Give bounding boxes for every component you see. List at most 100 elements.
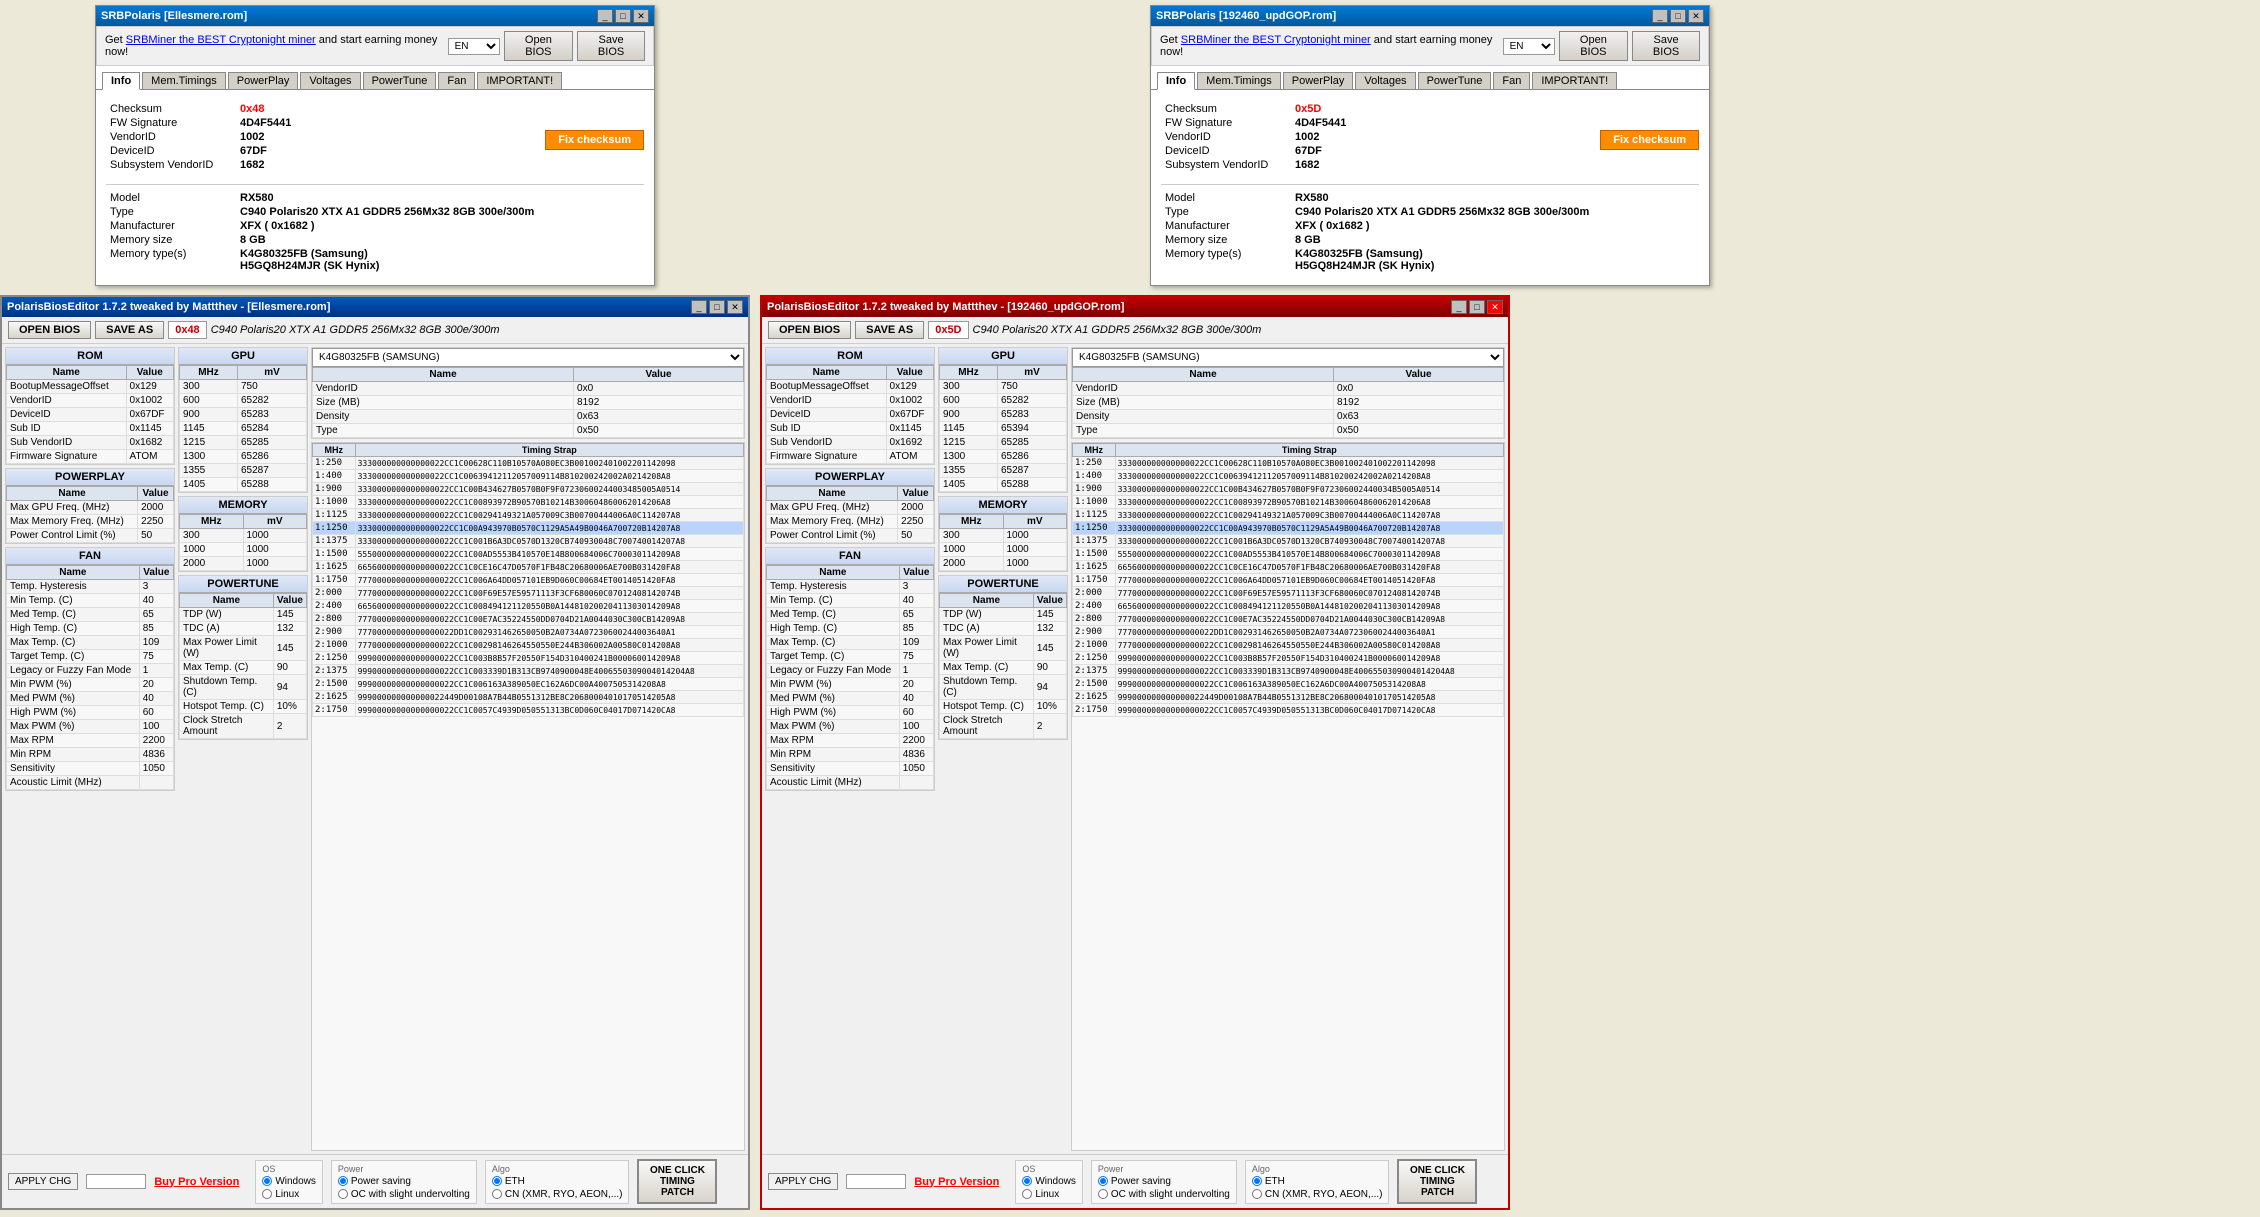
buy-pro-right[interactable]: Buy Pro Version — [914, 1176, 999, 1188]
table-row[interactable]: 2:90077700000000000000022DD1C00293146265… — [313, 626, 744, 639]
power-oc-right[interactable]: OC with slight undervolting — [1098, 1189, 1230, 1200]
promo-link-right[interactable]: SRBMiner the BEST Cryptonight miner — [1181, 34, 1371, 46]
table-row[interactable]: 2:80077700000000000000022CC1C00E7AC35224… — [313, 613, 744, 626]
apply-chg-input-right[interactable] — [846, 1174, 906, 1189]
timing-selected-row-left[interactable]: 1:12503330000000000000022CC1C00A943970B0… — [313, 522, 744, 535]
apply-chg-button-right[interactable]: APPLY CHG — [768, 1173, 838, 1190]
timing-scroll-left[interactable]: MHzTiming Strap 1:250333000000000000022C… — [312, 443, 744, 717]
table-row[interactable]: 2:80077700000000000000022CC1C00E7AC35224… — [1073, 613, 1504, 626]
fix-checksum-button-right[interactable]: Fix checksum — [1600, 130, 1699, 150]
table-row[interactable]: 2:150099900000000000000022CC1C006163A389… — [313, 678, 744, 691]
lang-select-right[interactable]: EN — [1503, 38, 1555, 55]
buy-pro-left[interactable]: Buy Pro Version — [154, 1176, 239, 1188]
close-button-right[interactable]: ✕ — [1688, 9, 1704, 23]
lang-select-left[interactable]: EN — [448, 38, 500, 55]
table-row[interactable]: 1:175077700000000000000022CC1C006A64DD05… — [313, 574, 744, 587]
maximize-button-left[interactable]: □ — [615, 9, 631, 23]
table-row[interactable]: 2:40066560000000000000022CC1C00849412112… — [1073, 600, 1504, 613]
table-row[interactable]: 2:1625999000000000000022449D00108A7B44B0… — [1073, 691, 1504, 704]
save-bios-button-right[interactable]: Save BIOS — [1632, 31, 1700, 61]
os-windows-left[interactable]: Windows — [262, 1176, 316, 1187]
tab-voltages-left[interactable]: Voltages — [300, 72, 360, 89]
polaris-maximize-left[interactable]: □ — [709, 300, 725, 314]
minimize-button-right[interactable]: _ — [1652, 9, 1668, 23]
tab-memtimings-right[interactable]: Mem.Timings — [1197, 72, 1281, 89]
tab-powertune-right[interactable]: PowerTune — [1418, 72, 1492, 89]
table-row[interactable]: 2:00077700000000000000022CC1C00F69E57E59… — [313, 587, 744, 600]
maximize-button-right[interactable]: □ — [1670, 9, 1686, 23]
apply-chg-button-left[interactable]: APPLY CHG — [8, 1173, 78, 1190]
table-row[interactable]: 1:137533300000000000000022CC1C001B6A3DC0… — [313, 535, 744, 548]
table-row[interactable]: 1:112533300000000000000022CC1C0029414932… — [313, 509, 744, 522]
table-row[interactable]: 1:400333000000000000022CC1C0063941211205… — [1073, 470, 1504, 483]
table-row[interactable]: 1:400333000000000000022CC1C0063941211205… — [313, 470, 744, 483]
fix-checksum-button-left[interactable]: Fix checksum — [545, 130, 644, 150]
table-row[interactable]: 1:150055500000000000000022CC1C00AD5553B4… — [313, 548, 744, 561]
table-row[interactable]: 2:100077700000000000000022CC1C0029814626… — [1073, 639, 1504, 652]
table-row[interactable]: 2:125099900000000000000022CC1C003B8B57F2… — [1073, 652, 1504, 665]
table-row[interactable]: 2:175099900000000000000022CC1C0057C4939D… — [313, 704, 744, 717]
one-click-button-right[interactable]: ONE CLICK TIMINGPATCH — [1397, 1159, 1477, 1204]
table-row[interactable]: 1:112533300000000000000022CC1C0029414932… — [1073, 509, 1504, 522]
vram-select-right[interactable]: K4G80325FB (SAMSUNG) — [1072, 348, 1504, 367]
promo-link-left[interactable]: SRBMiner the BEST Cryptonight miner — [126, 34, 316, 46]
table-row[interactable]: 1:9003330000000000000022CC1C00B434627B05… — [313, 483, 744, 496]
table-row[interactable]: 2:150099900000000000000022CC1C006163A389… — [1073, 678, 1504, 691]
os-linux-right[interactable]: Linux — [1022, 1189, 1076, 1200]
polaris-open-bios-left[interactable]: OPEN BIOS — [8, 321, 91, 339]
os-windows-right[interactable]: Windows — [1022, 1176, 1076, 1187]
tab-info-left[interactable]: Info — [102, 72, 140, 90]
minimize-button-left[interactable]: _ — [597, 9, 613, 23]
algo-cn-left[interactable]: CN (XMR, RYO, AEON,...) — [492, 1189, 623, 1200]
table-row[interactable]: 1:162566560000000000000022CC1C0CE16C47D0… — [313, 561, 744, 574]
table-row[interactable]: 2:137599900000000000000022CC1C003339D1B3… — [313, 665, 744, 678]
tab-powerplay-right[interactable]: PowerPlay — [1283, 72, 1354, 89]
algo-eth-left[interactable]: ETH — [492, 1176, 623, 1187]
table-row[interactable]: 1:162566560000000000000022CC1C0CE16C47D0… — [1073, 561, 1504, 574]
apply-chg-input-left[interactable] — [86, 1174, 146, 1189]
tab-powertune-left[interactable]: PowerTune — [363, 72, 437, 89]
polaris-open-bios-right[interactable]: OPEN BIOS — [768, 321, 851, 339]
table-row[interactable]: 1:137533300000000000000022CC1C001B6A3DC0… — [1073, 535, 1504, 548]
open-bios-button-right[interactable]: Open BIOS — [1559, 31, 1629, 61]
tab-info-right[interactable]: Info — [1157, 72, 1195, 90]
timing-selected-row-right[interactable]: 1:12503330000000000000022CC1C00A943970B0… — [1073, 522, 1504, 535]
table-row[interactable]: 2:1625999000000000000022449D00108A7B44B0… — [313, 691, 744, 704]
tab-memtimings-left[interactable]: Mem.Timings — [142, 72, 226, 89]
one-click-button-left[interactable]: ONE CLICK TIMINGPATCH — [637, 1159, 717, 1204]
algo-eth-right[interactable]: ETH — [1252, 1176, 1383, 1187]
table-row[interactable]: 2:90077700000000000000022DD1C00293146265… — [1073, 626, 1504, 639]
table-row[interactable]: 2:125099900000000000000022CC1C003B8B57F2… — [313, 652, 744, 665]
table-row[interactable]: 1:250333000000000000022CC1C00628C110B105… — [1073, 457, 1504, 470]
table-row[interactable]: 1:100033300000000000000022CC1C00893972B9… — [313, 496, 744, 509]
tab-important-left[interactable]: IMPORTANT! — [477, 72, 562, 89]
table-row[interactable]: 2:40066560000000000000022CC1C00849412112… — [313, 600, 744, 613]
table-row[interactable]: 1:175077700000000000000022CC1C006A64DD05… — [1073, 574, 1504, 587]
power-oc-left[interactable]: OC with slight undervolting — [338, 1189, 470, 1200]
tab-important-right[interactable]: IMPORTANT! — [1532, 72, 1617, 89]
polaris-save-as-right[interactable]: SAVE AS — [855, 321, 924, 339]
power-saving-right[interactable]: Power saving — [1098, 1176, 1230, 1187]
tab-voltages-right[interactable]: Voltages — [1355, 72, 1415, 89]
table-row[interactable]: 1:150055500000000000000022CC1C00AD5553B4… — [1073, 548, 1504, 561]
tab-fan-left[interactable]: Fan — [438, 72, 475, 89]
save-bios-button-left[interactable]: Save BIOS — [577, 31, 645, 61]
table-row[interactable]: 1:9003330000000000000022CC1C00B434627B05… — [1073, 483, 1504, 496]
polaris-close-right[interactable]: ✕ — [1487, 300, 1503, 314]
close-button-left[interactable]: ✕ — [633, 9, 649, 23]
table-row[interactable]: 1:250333000000000000022CC1C00628C110B105… — [313, 457, 744, 470]
polaris-minimize-right[interactable]: _ — [1451, 300, 1467, 314]
vram-select-left[interactable]: K4G80325FB (SAMSUNG) — [312, 348, 744, 367]
polaris-close-left[interactable]: ✕ — [727, 300, 743, 314]
polaris-save-as-left[interactable]: SAVE AS — [95, 321, 164, 339]
table-row[interactable]: 2:100077700000000000000022CC1C0029814626… — [313, 639, 744, 652]
polaris-maximize-right[interactable]: □ — [1469, 300, 1485, 314]
table-row[interactable]: 2:00077700000000000000022CC1C00F69E57E59… — [1073, 587, 1504, 600]
table-row[interactable]: 1:100033300000000000000022CC1C00893972B9… — [1073, 496, 1504, 509]
power-saving-left[interactable]: Power saving — [338, 1176, 470, 1187]
timing-scroll-right[interactable]: MHzTiming Strap 1:250333000000000000022C… — [1072, 443, 1504, 717]
algo-cn-right[interactable]: CN (XMR, RYO, AEON,...) — [1252, 1189, 1383, 1200]
tab-powerplay-left[interactable]: PowerPlay — [228, 72, 299, 89]
open-bios-button-left[interactable]: Open BIOS — [504, 31, 574, 61]
os-linux-left[interactable]: Linux — [262, 1189, 316, 1200]
